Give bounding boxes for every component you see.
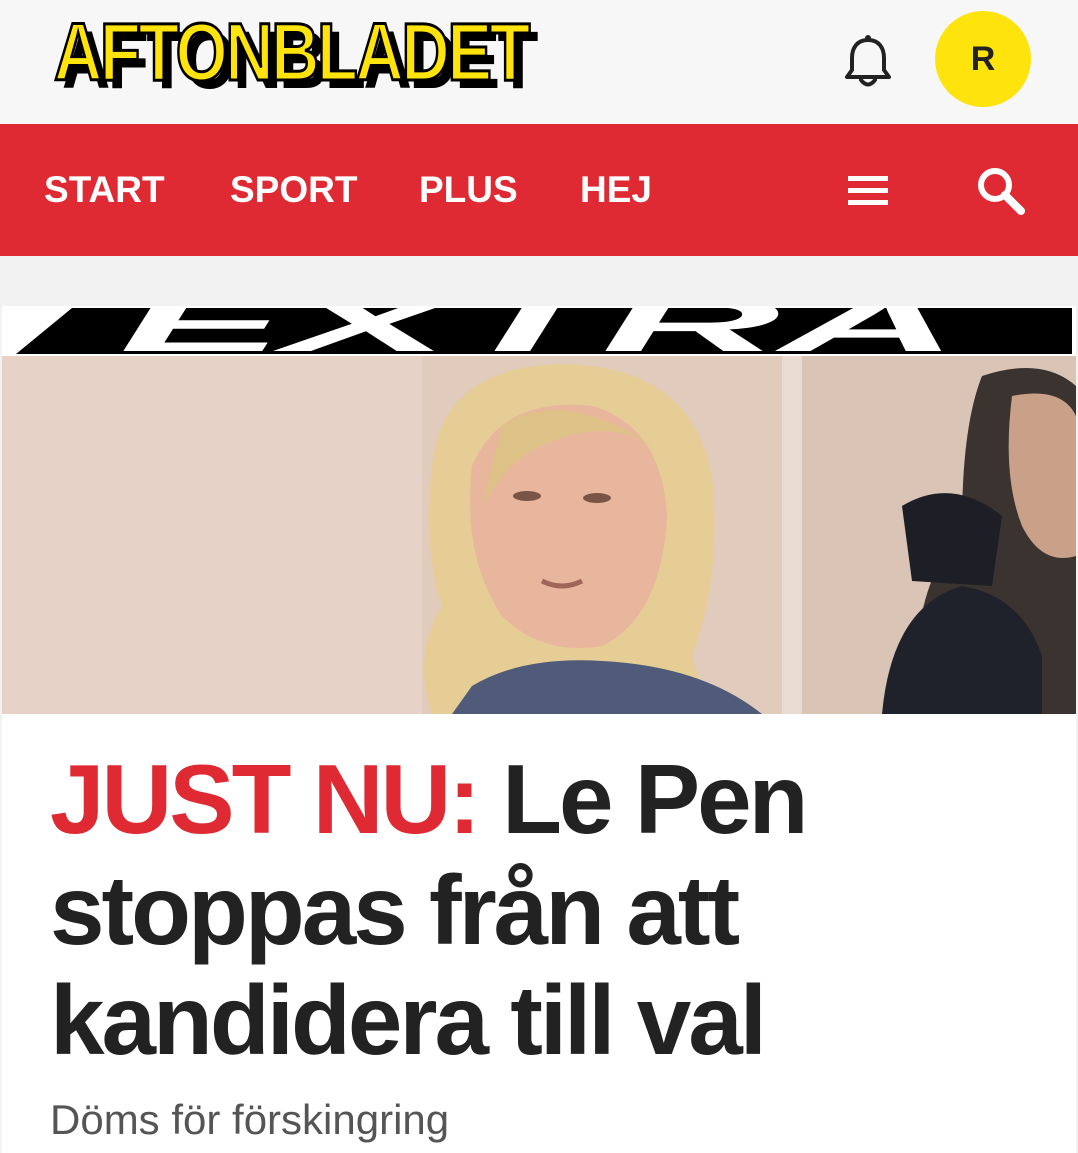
extra-banner: EXTRA	[2, 306, 1076, 356]
svg-text:EXTRA: EXTRA	[119, 306, 959, 356]
notifications-bell-icon[interactable]	[838, 32, 898, 92]
article-headline[interactable]: JUST NU: Le Pen stoppas från att kandide…	[50, 744, 1030, 1076]
search-icon[interactable]	[976, 166, 1026, 216]
hamburger-menu-icon[interactable]	[848, 176, 888, 206]
user-avatar[interactable]: R	[935, 11, 1031, 107]
nav-item-sport[interactable]: SPORT	[230, 124, 357, 256]
top-bar: AFTONBLADET AFTONBLADET R	[0, 0, 1078, 124]
aftonbladet-logo[interactable]: AFTONBLADET AFTONBLADET	[52, 6, 542, 107]
article-photo[interactable]	[2, 356, 1076, 714]
article-card[interactable]: EXTRA JUST NU: Le Pen stoppas från att k…	[2, 306, 1076, 1153]
nav-item-start[interactable]: START	[44, 124, 165, 256]
nav-item-hej[interactable]: HEJ	[580, 124, 652, 256]
main-nav: START SPORT PLUS HEJ	[0, 124, 1078, 256]
svg-text:AFTONBLADET: AFTONBLADET	[54, 14, 530, 98]
headline-kicker: JUST NU:	[50, 744, 481, 854]
article-subheadline: Döms för förskingring	[50, 1096, 450, 1143]
nav-item-plus[interactable]: PLUS	[419, 124, 518, 256]
